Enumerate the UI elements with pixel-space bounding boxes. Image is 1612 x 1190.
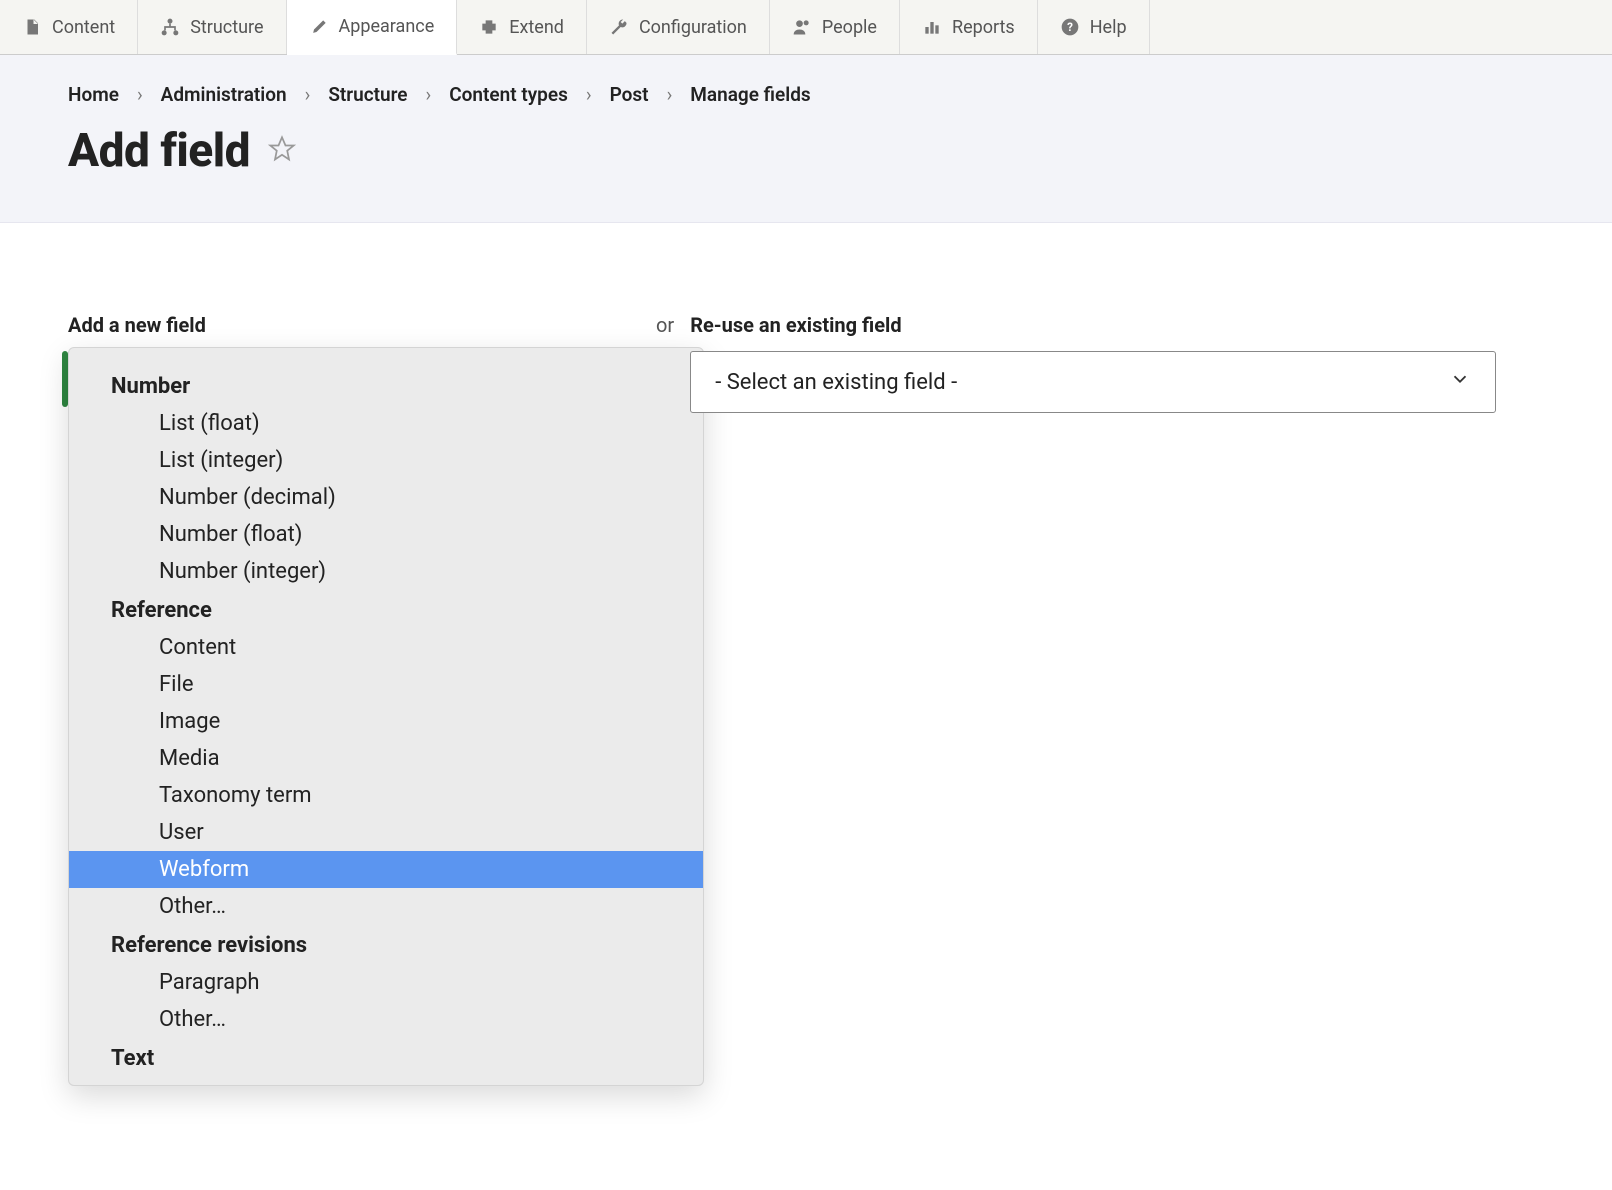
toolbar-label: Reports: [952, 17, 1015, 38]
chevron-right-icon: ›: [426, 83, 432, 106]
help-icon: ?: [1060, 17, 1080, 37]
field-type-option[interactable]: List (integer): [69, 442, 703, 479]
admin-toolbar: Content Structure Appearance Extend Conf…: [0, 0, 1612, 55]
wrench-icon: [609, 17, 629, 37]
chevron-right-icon: ›: [137, 83, 143, 106]
field-type-option[interactable]: Paragraph: [69, 964, 703, 1001]
existing-field-label: Re-use an existing field: [690, 313, 1496, 337]
breadcrumb-link[interactable]: Administration: [161, 83, 287, 106]
field-type-option[interactable]: List (float): [69, 405, 703, 442]
bar-chart-icon: [922, 17, 942, 37]
field-type-option[interactable]: Number (float): [69, 516, 703, 553]
paintbrush-icon: [309, 17, 329, 37]
svg-text:?: ?: [1067, 20, 1073, 34]
content-region: Add a new field NumberList (float)List (…: [0, 223, 1612, 453]
breadcrumb-link[interactable]: Content types: [449, 83, 568, 106]
field-type-option[interactable]: Image: [69, 703, 703, 740]
page-title: Add field: [68, 124, 250, 178]
chevron-right-icon: ›: [586, 83, 592, 106]
field-type-option[interactable]: Other…: [69, 888, 703, 925]
field-type-option[interactable]: User: [69, 814, 703, 851]
field-type-option[interactable]: Number (decimal): [69, 479, 703, 516]
optgroup-label: Text: [69, 1038, 703, 1077]
field-type-option[interactable]: Other…: [69, 1001, 703, 1038]
page-header: Home › Administration › Structure › Cont…: [0, 55, 1612, 223]
toolbar-content[interactable]: Content: [0, 0, 138, 54]
toolbar-extend[interactable]: Extend: [457, 0, 587, 54]
breadcrumb-link[interactable]: Post: [610, 83, 649, 106]
field-type-option[interactable]: Content: [69, 629, 703, 666]
existing-field-select[interactable]: - Select an existing field -: [690, 351, 1496, 413]
field-type-option[interactable]: Webform: [69, 851, 703, 888]
new-field-type-dropdown[interactable]: NumberList (float)List (integer)Number (…: [68, 347, 704, 1086]
new-field-label: Add a new field: [68, 313, 628, 337]
optgroup-label: Number: [69, 366, 703, 405]
toolbar-reports[interactable]: Reports: [900, 0, 1038, 54]
breadcrumb-link[interactable]: Home: [68, 83, 119, 106]
toolbar-label: People: [822, 17, 877, 38]
puzzle-icon: [479, 17, 499, 37]
field-type-option[interactable]: File: [69, 666, 703, 703]
toolbar-label: Structure: [190, 17, 263, 38]
toolbar-appearance[interactable]: Appearance: [287, 0, 458, 55]
chevron-down-icon: [1449, 368, 1471, 396]
breadcrumb-link[interactable]: Structure: [328, 83, 407, 106]
hierarchy-icon: [160, 17, 180, 37]
toolbar-configuration[interactable]: Configuration: [587, 0, 770, 54]
file-icon: [22, 17, 42, 37]
toolbar-label: Content: [52, 17, 115, 38]
toolbar-label: Help: [1090, 17, 1127, 38]
chevron-right-icon: ›: [667, 83, 673, 106]
field-type-option[interactable]: Number (integer): [69, 553, 703, 590]
existing-field-column: or Re-use an existing field - Select an …: [656, 313, 1496, 413]
toolbar-label: Appearance: [339, 16, 435, 37]
toolbar-help[interactable]: ? Help: [1038, 0, 1150, 54]
field-type-option[interactable]: Media: [69, 740, 703, 777]
chevron-right-icon: ›: [305, 83, 311, 106]
star-outline-icon[interactable]: [268, 135, 296, 167]
toolbar-structure[interactable]: Structure: [138, 0, 286, 54]
new-field-column: Add a new field NumberList (float)List (…: [68, 313, 628, 351]
toolbar-label: Extend: [509, 17, 564, 38]
field-type-option[interactable]: Taxonomy term: [69, 777, 703, 814]
people-icon: [792, 17, 812, 37]
toolbar-people[interactable]: People: [770, 0, 900, 54]
select-placeholder: - Select an existing field -: [715, 370, 957, 395]
optgroup-label: Reference revisions: [69, 925, 703, 964]
or-text: or: [656, 313, 674, 337]
optgroup-label: Reference: [69, 590, 703, 629]
toolbar-label: Configuration: [639, 17, 747, 38]
breadcrumb: Home › Administration › Structure › Cont…: [68, 83, 1544, 106]
breadcrumb-link[interactable]: Manage fields: [690, 83, 810, 106]
